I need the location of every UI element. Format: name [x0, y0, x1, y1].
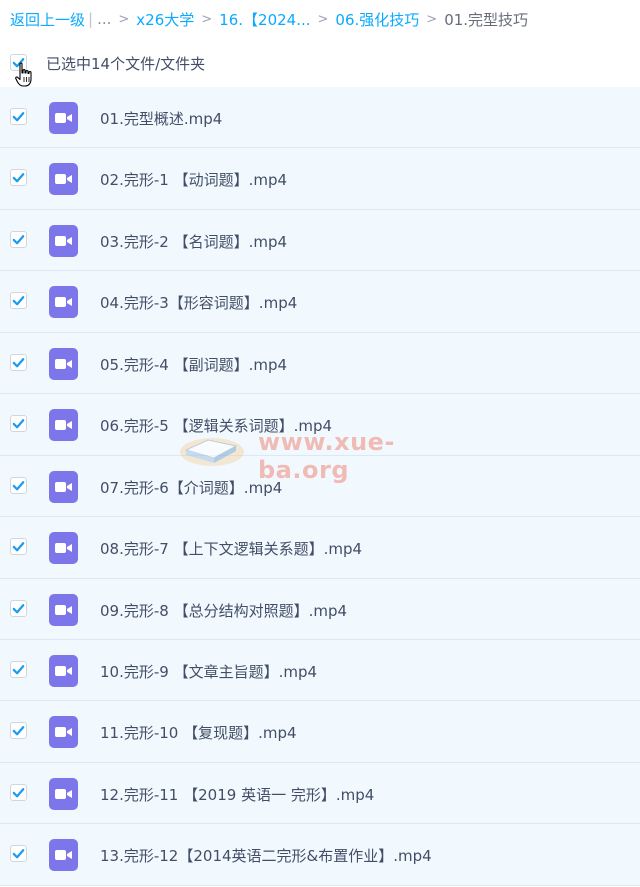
- video-camera-icon: [54, 850, 72, 861]
- file-name[interactable]: 03.完形-2 【名词题】.mp4: [100, 231, 287, 252]
- file-name[interactable]: 13.完形-12【2014英语二完形&布置作业】.mp4: [100, 845, 432, 866]
- video-camera-icon: [54, 235, 72, 246]
- file-name[interactable]: 05.完形-4 【副词题】.mp4: [100, 354, 287, 375]
- file-name[interactable]: 02.完形-1 【动词题】.mp4: [100, 169, 287, 190]
- video-file-icon: [49, 224, 78, 257]
- checkmark-icon: [12, 726, 25, 736]
- video-file-icon: [49, 532, 78, 565]
- checkmark-icon: [12, 603, 25, 613]
- video-file-icon: [49, 286, 78, 319]
- file-row[interactable]: 02.完形-1 【动词题】.mp4: [0, 148, 640, 210]
- file-row[interactable]: 06.完形-5 【逻辑关系词题】.mp4: [0, 394, 640, 456]
- breadcrumb-current: 01.完型技巧: [444, 10, 529, 29]
- back-link[interactable]: 返回上一级: [10, 9, 85, 30]
- video-camera-icon: [54, 727, 72, 738]
- selection-count-label: 已选中14个文件/文件夹: [46, 55, 206, 73]
- file-name[interactable]: 11.完形-10 【复现题】.mp4: [100, 722, 297, 743]
- video-camera-icon: [54, 174, 72, 185]
- chevron-right-icon: >: [426, 11, 438, 27]
- video-camera-icon: [54, 665, 72, 676]
- video-camera-icon: [54, 543, 72, 554]
- file-checkbox[interactable]: [10, 599, 27, 617]
- video-file-icon: [49, 102, 78, 134]
- file-row[interactable]: 13.完形-12【2014英语二完形&布置作业】.mp4: [0, 824, 640, 886]
- file-checkbox[interactable]: [10, 660, 27, 678]
- video-camera-icon: [54, 113, 72, 123]
- video-file-icon: [49, 777, 78, 810]
- file-checkbox[interactable]: [10, 845, 27, 863]
- file-checkbox[interactable]: [10, 415, 27, 433]
- file-row[interactable]: 08.完形-7 【上下文逻辑关系题】.mp4: [0, 517, 640, 579]
- breadcrumb-item[interactable]: 16.【2024...: [219, 9, 310, 30]
- video-file-icon: [49, 654, 78, 687]
- file-row[interactable]: 05.完形-4 【副词题】.mp4: [0, 332, 640, 395]
- checkmark-icon: [12, 296, 25, 306]
- video-file-icon: [49, 839, 78, 872]
- file-name[interactable]: 04.完形-3【形容词题】.mp4: [100, 292, 297, 313]
- video-file-icon: [49, 409, 78, 442]
- checkmark-icon: [12, 787, 25, 798]
- file-row[interactable]: 12.完形-11 【2019 英语一 完形】.mp4: [0, 762, 640, 825]
- breadcrumb-divider: |: [88, 10, 94, 28]
- file-row[interactable]: 01.完型概述.mp4: [0, 87, 640, 149]
- chevron-right-icon: >: [317, 11, 329, 27]
- file-name[interactable]: 08.完形-7 【上下文逻辑关系题】.mp4: [100, 538, 362, 559]
- file-list: 01.完型概述.mp4 02.完形-1 【动词题】.mp4 03.完形-2 【名词题…: [0, 87, 640, 886]
- checkmark-icon: [12, 234, 25, 245]
- video-camera-icon: [54, 604, 72, 615]
- file-name[interactable]: 07.完形-6【介词题】.mp4: [100, 477, 282, 498]
- video-camera-icon: [54, 481, 72, 492]
- file-row[interactable]: 04.完形-3【形容词题】.mp4: [0, 271, 640, 333]
- file-name[interactable]: 06.完形-5 【逻辑关系词题】.mp4: [100, 415, 332, 436]
- video-file-icon: [49, 716, 78, 749]
- checkmark-icon: [12, 849, 25, 859]
- video-camera-icon: [54, 420, 72, 431]
- video-file-icon: [49, 593, 78, 626]
- checkmark-icon: [12, 480, 25, 490]
- video-file-icon: [49, 163, 78, 196]
- file-name[interactable]: 10.完形-9 【文章主旨题】.mp4: [100, 661, 317, 682]
- file-row[interactable]: 09.完形-8 【总分结构对照题】.mp4: [0, 578, 640, 640]
- checkmark-icon: [12, 112, 25, 122]
- file-row[interactable]: 03.完形-2 【名词题】.mp4: [0, 209, 640, 272]
- checkmark-icon: [12, 419, 25, 429]
- file-checkbox[interactable]: [10, 292, 27, 310]
- file-checkbox[interactable]: [10, 538, 27, 556]
- chevron-right-icon: >: [118, 11, 130, 27]
- file-checkbox[interactable]: [10, 476, 27, 494]
- file-row[interactable]: 10.完形-9 【文章主旨题】.mp4: [0, 639, 640, 702]
- file-name[interactable]: 09.完形-8 【总分结构对照题】.mp4: [100, 600, 347, 621]
- chevron-right-icon: >: [201, 11, 213, 27]
- breadcrumb-item[interactable]: x26大学: [136, 9, 194, 30]
- video-camera-icon: [54, 788, 72, 799]
- video-camera-icon: [54, 358, 72, 369]
- breadcrumb-item[interactable]: 06.强化技巧: [335, 9, 419, 30]
- breadcrumb: 返回上一级 | ... > x26大学 > 16.【2024... > 06.强…: [0, 0, 640, 38]
- video-file-icon: [49, 470, 78, 503]
- file-checkbox[interactable]: [10, 108, 27, 125]
- file-checkbox[interactable]: [10, 169, 27, 187]
- file-row[interactable]: 11.完形-10 【复现题】.mp4: [0, 701, 640, 763]
- file-name[interactable]: 12.完形-11 【2019 英语一 完形】.mp4: [100, 784, 374, 805]
- file-checkbox[interactable]: [10, 353, 27, 371]
- file-row[interactable]: 07.完形-6【介词题】.mp4: [0, 455, 640, 518]
- video-camera-icon: [54, 297, 72, 308]
- file-checkbox[interactable]: [10, 230, 27, 248]
- checkmark-icon: [12, 357, 25, 368]
- file-checkbox[interactable]: [10, 722, 27, 740]
- file-checkbox[interactable]: [10, 783, 27, 801]
- checkmark-icon: [12, 665, 25, 675]
- checkmark-icon: [12, 542, 25, 552]
- file-name[interactable]: 01.完型概述.mp4: [100, 108, 222, 129]
- checkmark-icon: [12, 173, 25, 183]
- breadcrumb-ellipsis[interactable]: ...: [97, 10, 111, 28]
- video-file-icon: [49, 347, 78, 380]
- hand-cursor-icon: [15, 62, 32, 87]
- selection-bar: 已选中14个文件/文件夹: [0, 38, 640, 88]
